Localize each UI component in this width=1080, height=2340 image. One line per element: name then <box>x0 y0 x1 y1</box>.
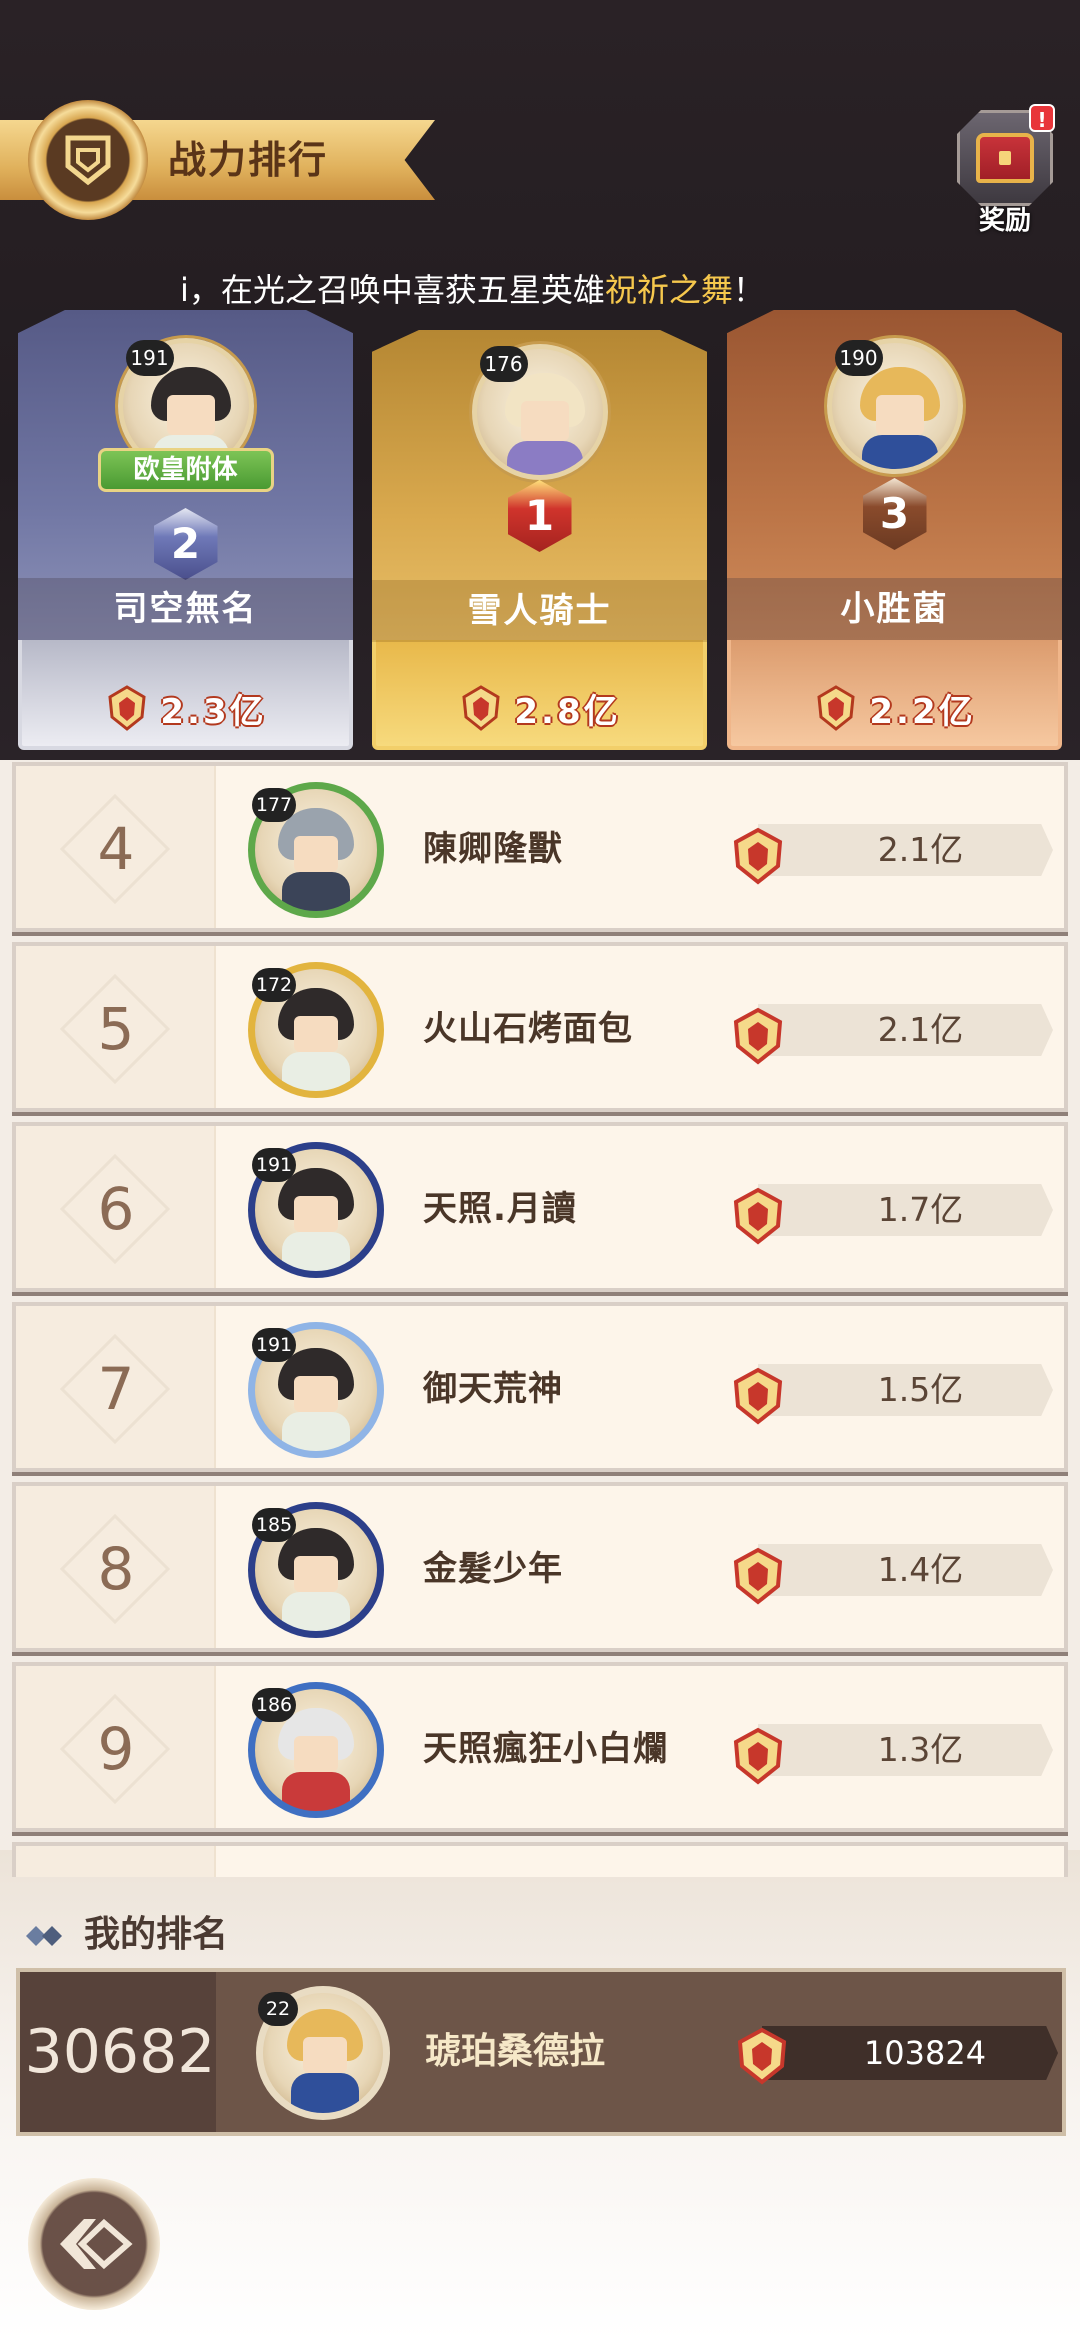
podium-second-card[interactable]: 191 欧皇附体 2 司空無名 2.3亿 <box>18 310 353 750</box>
power-value: 2.1亿 <box>758 1004 1053 1056</box>
podium-third-card[interactable]: 190 3 小胜菌 2.2亿 <box>727 310 1062 750</box>
ranking-row-partial[interactable] <box>12 1842 1068 1877</box>
back-arrow-icon <box>60 2218 133 2270</box>
rank-cell <box>16 1846 216 1877</box>
my-rank-header: 我的排名 <box>0 1900 1080 1970</box>
level-badge: 191 <box>252 1328 296 1362</box>
player-name: 琥珀桑德拉 <box>425 2031 606 2072</box>
power-value: 2.1亿 <box>758 824 1053 876</box>
ranking-row[interactable]: 9 186 天照瘋狂小白爛 1.3亿 <box>12 1662 1068 1832</box>
rank-number: 5 <box>97 995 135 1063</box>
power-value: 1.3亿 <box>758 1724 1053 1776</box>
ranking-row[interactable]: 5 172 火山石烤面包 2.1亿 <box>12 942 1068 1112</box>
power-crest-icon <box>737 2027 787 2085</box>
power-crest-icon <box>817 685 855 731</box>
power-value: 2.8亿 <box>514 691 621 732</box>
level-badge: 191 <box>252 1148 296 1182</box>
podium-first-card[interactable]: 176 1 雪人骑士 2.8亿 <box>372 330 707 750</box>
power-crest-icon <box>733 1007 783 1065</box>
power-value: 2.2亿 <box>869 691 976 732</box>
power-display: 2.3亿 <box>18 678 353 738</box>
ranking-emblem-icon <box>28 100 148 220</box>
diamond-marker-icon <box>26 1926 62 1946</box>
ranking-row[interactable]: 4 177 陳卿隆獸 2.1亿 <box>12 762 1068 932</box>
player-name: 天照瘋狂小白爛 <box>423 1729 668 1769</box>
rank-number: 8 <box>97 1535 135 1603</box>
player-name: 雪人骑士 <box>372 580 707 642</box>
power-value: 2.3亿 <box>160 691 267 732</box>
power-crest-icon <box>733 1187 783 1245</box>
player-name: 天照.月讀 <box>423 1189 577 1229</box>
player-name: 金髮少年 <box>423 1549 563 1589</box>
power-value: 1.4亿 <box>758 1544 1053 1596</box>
level-badge: 185 <box>252 1508 296 1542</box>
power-crest-icon <box>462 685 500 731</box>
level-badge: 191 <box>125 340 174 376</box>
power-display: 2.2亿 <box>727 678 1062 738</box>
level-badge: 176 <box>479 346 528 382</box>
level-badge: 190 <box>834 340 883 376</box>
announcement-suffix: ！ <box>732 271 765 309</box>
rank-number: 4 <box>97 815 135 883</box>
player-name: 陳卿隆獸 <box>423 829 563 869</box>
power-display: 2.8亿 <box>372 678 707 738</box>
level-badge: 172 <box>252 968 296 1002</box>
announcement-text: i，在光之召唤中喜获五星英雄 <box>180 271 605 309</box>
ranking-row[interactable]: 6 191 天照.月讀 1.7亿 <box>12 1122 1068 1292</box>
power-crest-icon <box>733 827 783 885</box>
power-crest-icon <box>733 1547 783 1605</box>
player-name: 小胜菌 <box>727 578 1062 640</box>
ranking-row[interactable]: 8 185 金髮少年 1.4亿 <box>12 1482 1068 1652</box>
rank-number: 7 <box>97 1355 135 1423</box>
announcement-hero-name: 祝祈之舞 <box>604 271 733 309</box>
level-badge: 22 <box>258 1992 298 2026</box>
ranking-list[interactable]: 4 177 陳卿隆獸 2.1亿 5 172 火山石烤面包 2.1亿 6 191 天照.月讀 1.7亿 7… <box>12 762 1068 1877</box>
power-crest-icon <box>733 1727 783 1785</box>
player-name: 御天荒神 <box>423 1369 563 1409</box>
reward-button[interactable]: ! 奖励 <box>955 104 1055 236</box>
rank-number: 6 <box>97 1175 135 1243</box>
power-crest-icon <box>733 1367 783 1425</box>
notification-badge: ! <box>1029 104 1055 132</box>
power-value: 103824 <box>762 2026 1058 2080</box>
my-rank-number: 30682 <box>24 2017 216 2087</box>
my-rank-row[interactable]: 30682 22 琥珀桑德拉 103824 <box>16 1968 1066 2136</box>
level-badge: 177 <box>252 788 296 822</box>
rank-number: 9 <box>97 1715 135 1783</box>
back-button[interactable] <box>28 2178 160 2310</box>
player-name: 司空無名 <box>18 578 353 640</box>
power-value: 1.5亿 <box>758 1364 1053 1416</box>
my-rank-label: 我的排名 <box>84 1914 229 1955</box>
level-badge: 186 <box>252 1688 296 1722</box>
title-ribbon: 欧皇附体 <box>97 448 274 492</box>
ranking-row[interactable]: 7 191 御天荒神 1.5亿 <box>12 1302 1068 1472</box>
player-name: 火山石烤面包 <box>423 1009 633 1049</box>
page-title: 战力排行 <box>168 138 329 182</box>
power-value: 1.7亿 <box>758 1184 1053 1236</box>
power-crest-icon <box>108 685 146 731</box>
